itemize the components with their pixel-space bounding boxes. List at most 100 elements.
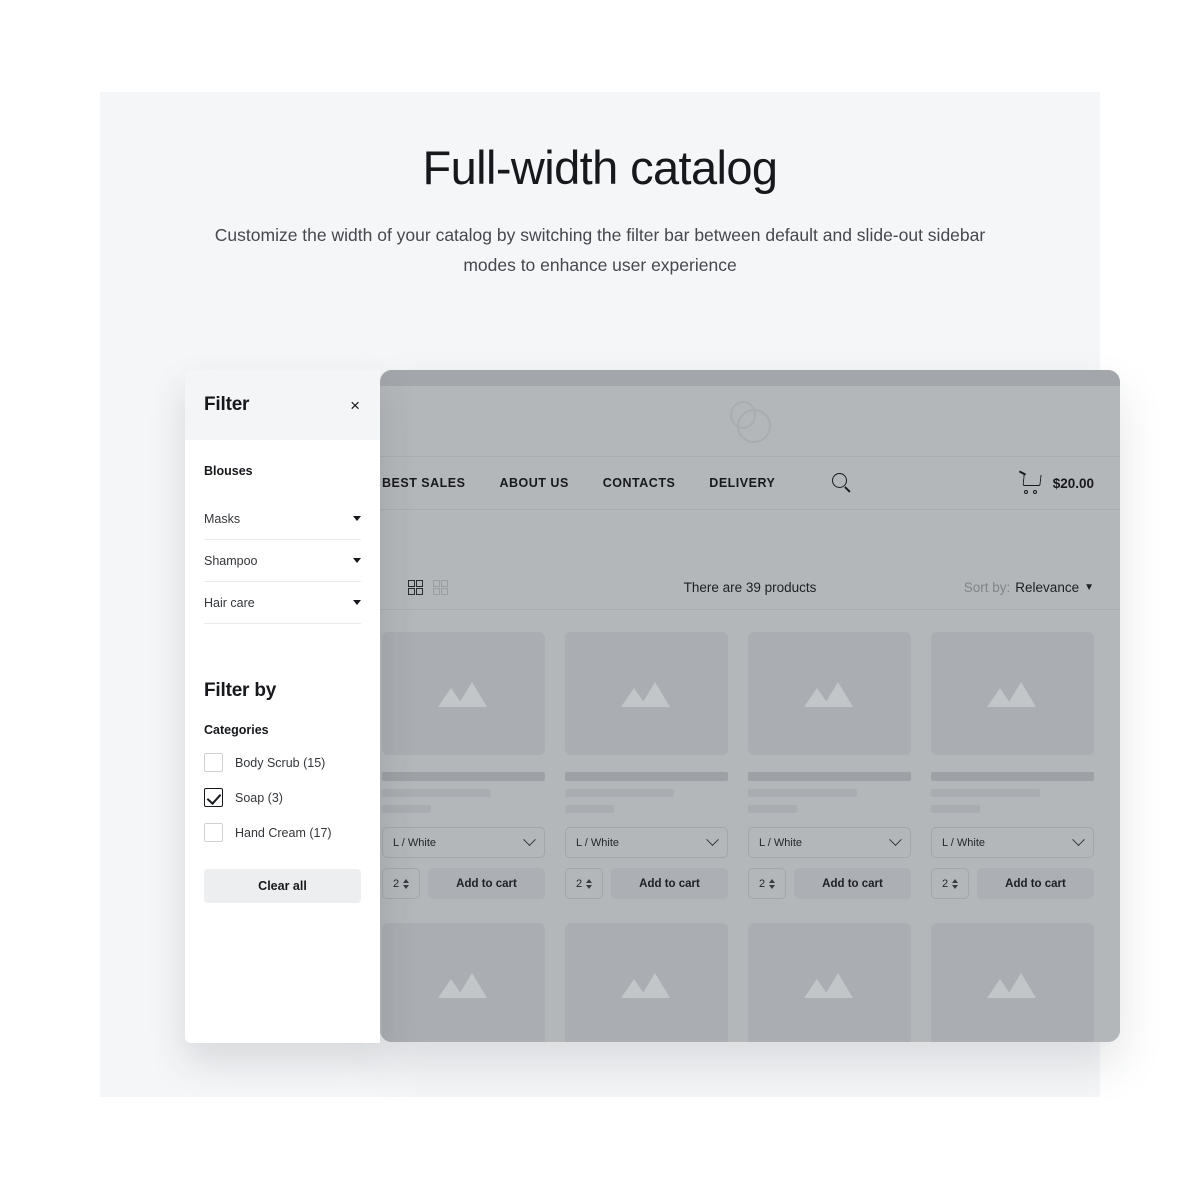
filter-accordion-label: Hair care [204,595,255,610]
breadcrumb-bar [380,510,1120,566]
product-card[interactable] [931,923,1094,1042]
image-placeholder-icon [803,681,856,707]
filter-accordion-label: Shampoo [204,553,258,568]
image-placeholder-icon [437,681,490,707]
product-variant-select[interactable]: L / White [931,827,1094,858]
checkbox-checked[interactable] [204,788,223,807]
filter-sidebar-header: Filter × [185,370,380,440]
image-placeholder-icon [437,972,490,998]
product-card[interactable] [565,923,728,1042]
product-variant-select[interactable]: L / White [565,827,728,858]
filter-by-title: Filter by [204,680,277,701]
storefront-logo-bar [380,386,1120,456]
page-subtitle: Customize the width of your catalog by s… [214,224,986,275]
filter-by-subheading: Categories [204,723,269,737]
cart-icon [1018,470,1043,494]
list-view-icon[interactable] [433,579,449,596]
filter-category-heading: Blouses [204,464,253,478]
search-icon[interactable] [831,472,853,494]
quantity-stepper[interactable]: 2 [931,868,969,899]
cart-total: $20.00 [1052,475,1094,491]
product-actions: 2 Add to cart [931,868,1094,899]
product-desc-skeleton [565,789,675,797]
product-variant-select[interactable]: L / White [382,827,545,858]
product-image-placeholder [382,632,545,755]
hero-heading-block: Full-width catalog Customize the width o… [100,142,1100,280]
product-actions: 2 Add to cart [565,868,728,899]
clear-all-button[interactable]: Clear all [204,869,361,903]
sort-by-dropdown[interactable]: Sort by: Relevance ▼ [964,580,1094,595]
add-to-cart-button[interactable]: Add to cart [977,868,1094,899]
stepper-arrows-icon [952,878,959,889]
quantity-stepper[interactable]: 2 [748,868,786,899]
view-mode-toggles [380,579,449,596]
product-title-skeleton [931,772,1094,781]
filter-accordion-shampoo[interactable]: Shampoo [204,540,361,582]
cart-button[interactable]: $20.00 [1018,470,1094,494]
product-price-skeleton [565,805,614,813]
product-card[interactable]: L / White 2 Add to cart [565,632,728,899]
quantity-stepper[interactable]: 2 [565,868,603,899]
product-desc-skeleton [382,789,492,797]
product-image-placeholder [565,632,728,755]
quantity-stepper[interactable]: 2 [382,868,420,899]
product-image-placeholder [748,923,911,1042]
chevron-down-icon [706,833,719,847]
product-variant-value: L / White [759,836,802,849]
filter-checkbox-hand-cream[interactable]: Hand Cream (17) [204,823,361,842]
product-grid-row-2 [380,899,1120,1042]
nav-link-delivery[interactable]: DELIVERY [709,476,775,490]
stepper-arrows-icon [769,878,776,889]
product-image-placeholder [931,632,1094,755]
chevron-down-icon [523,833,536,847]
image-placeholder-icon [620,681,673,707]
product-card[interactable]: L / White 2 Add to cart [931,632,1094,899]
sort-by-label: Sort by: [963,580,1011,595]
close-icon[interactable]: × [350,397,360,414]
product-image-placeholder [382,923,545,1042]
quantity-value: 2 [758,877,766,890]
add-to-cart-button[interactable]: Add to cart [428,868,545,899]
checkbox-label: Hand Cream (17) [235,825,332,840]
add-to-cart-button[interactable]: Add to cart [611,868,728,899]
product-card[interactable]: L / White 2 Add to cart [382,632,545,899]
product-variant-value: L / White [942,836,985,849]
product-desc-skeleton [931,789,1041,797]
product-variant-select[interactable]: L / White [748,827,911,858]
product-title-skeleton [748,772,911,781]
checkbox[interactable] [204,823,223,842]
catalog-sort-bar: There are 39 products Sort by: Relevance… [380,566,1120,610]
add-to-cart-button[interactable]: Add to cart [794,868,911,899]
grid-view-icon[interactable] [408,579,424,596]
filter-checkbox-soap[interactable]: Soap (3) [204,788,361,807]
filter-sidebar-body: Blouses Masks Shampoo Hair care Filter b… [185,440,380,903]
sort-by-value: Relevance [1015,580,1080,595]
product-price-skeleton [748,805,797,813]
filter-checkbox-body-scrub[interactable]: Body Scrub (15) [204,753,361,772]
nav-link-best-sales[interactable]: BEST SALES [382,476,466,490]
product-variant-value: L / White [576,836,619,849]
product-price-skeleton [931,805,980,813]
filter-accordion-hair-care[interactable]: Hair care [204,582,361,624]
product-actions: 2 Add to cart [382,868,545,899]
chevron-down-icon [1072,833,1085,847]
product-card[interactable] [382,923,545,1042]
image-placeholder-icon [986,681,1039,707]
product-card[interactable] [748,923,911,1042]
nav-link-contacts[interactable]: CONTACTS [603,476,676,490]
quantity-value: 2 [575,877,583,890]
checkbox[interactable] [204,753,223,772]
filter-accordion-label: Masks [204,511,241,526]
nav-link-about-us[interactable]: ABOUT US [500,476,569,490]
filter-sidebar: Filter × Blouses Masks Shampoo Hair care… [185,370,380,1043]
image-placeholder-icon [803,972,856,998]
chevron-down-icon: ▼ [1084,581,1094,593]
product-card[interactable]: L / White 2 Add to cart [748,632,911,899]
stepper-arrows-icon [586,878,593,889]
nav-links: BEST SALES ABOUT US CONTACTS DELIVERY [380,472,853,494]
chevron-down-icon [353,516,361,521]
page-title: Full-width catalog [422,141,779,194]
filter-accordion-masks[interactable]: Masks [204,498,361,540]
product-desc-skeleton [748,789,858,797]
product-variant-value: L / White [393,836,436,849]
